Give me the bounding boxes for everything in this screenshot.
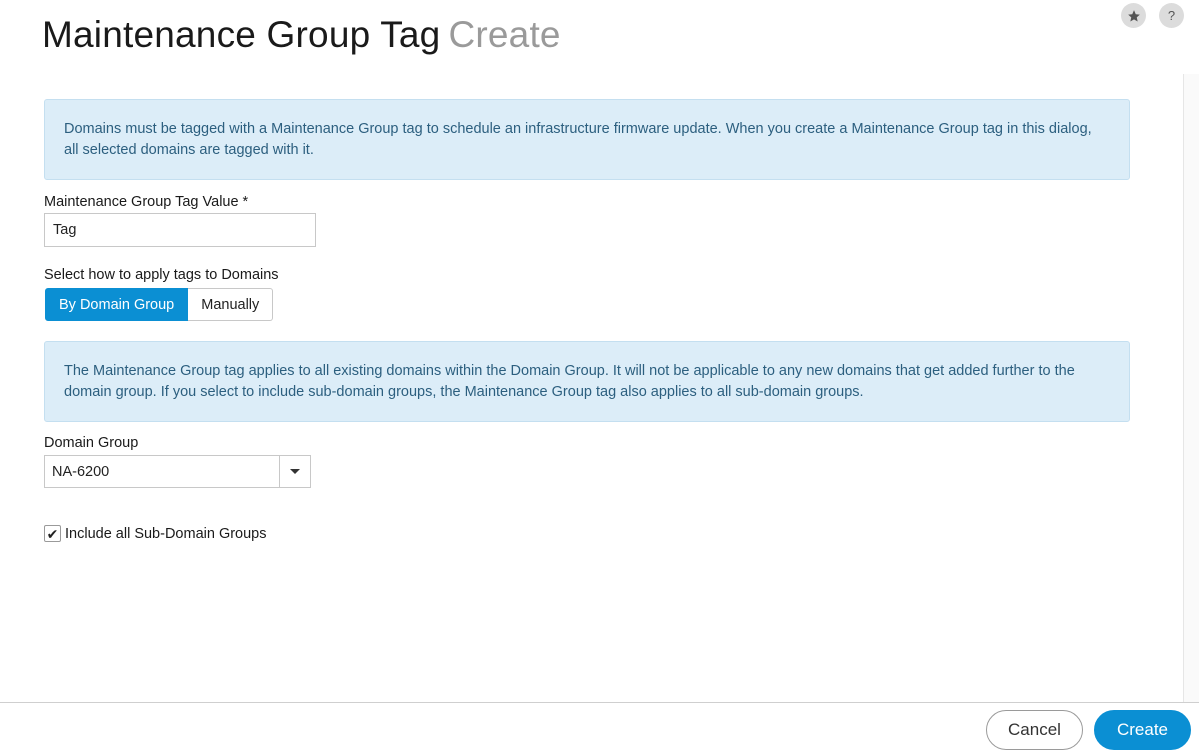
- required-marker: *: [242, 194, 249, 210]
- favorite-button[interactable]: [1121, 3, 1146, 28]
- info-banner-domain-group: The Maintenance Group tag applies to all…: [44, 341, 1130, 422]
- star-icon: [1127, 9, 1140, 22]
- apply-mode-label: Select how to apply tags to Domains: [44, 267, 279, 283]
- include-sub-domain-groups-label: Include all Sub-Domain Groups: [65, 525, 267, 542]
- caret-down-icon: [290, 469, 300, 474]
- tag-value-label-text: Maintenance Group Tag Value: [44, 194, 239, 210]
- footer-divider: [0, 702, 1199, 703]
- include-sub-domain-groups-checkbox[interactable]: ✔: [44, 525, 61, 542]
- by-domain-group-button[interactable]: By Domain Group: [45, 288, 189, 321]
- help-icon: ?: [1167, 8, 1176, 23]
- checkmark-icon: ✔: [46, 525, 59, 542]
- page-title: Maintenance Group Tag Create: [42, 14, 561, 56]
- manually-button[interactable]: Manually: [188, 288, 274, 321]
- help-button[interactable]: ?: [1159, 3, 1184, 28]
- page-title-main: Maintenance Group Tag: [42, 14, 441, 55]
- info-banner-domain-group-text: The Maintenance Group tag applies to all…: [64, 363, 1075, 400]
- maintenance-group-tag-dialog: Maintenance Group Tag Create ? Domains mu…: [0, 0, 1199, 755]
- create-button[interactable]: Create: [1094, 710, 1191, 750]
- domain-group-value: NA-6200: [52, 463, 110, 480]
- domain-group-select[interactable]: NA-6200: [44, 455, 311, 488]
- tag-value-input[interactable]: [44, 213, 316, 247]
- cancel-button[interactable]: Cancel: [986, 710, 1083, 750]
- domain-group-dropdown-toggle[interactable]: [279, 456, 310, 487]
- info-banner-tagging: Domains must be tagged with a Maintenanc…: [44, 99, 1130, 180]
- apply-mode-toggle: By Domain Group Manually: [45, 288, 274, 321]
- domain-group-label: Domain Group: [44, 435, 139, 451]
- info-banner-tagging-text: Domains must be tagged with a Maintenanc…: [64, 121, 1092, 158]
- page-title-action: Create: [448, 14, 561, 55]
- scrollbar[interactable]: [1183, 74, 1199, 702]
- include-sub-domain-groups-option[interactable]: ✔ Include all Sub-Domain Groups: [44, 525, 267, 542]
- tag-value-label: Maintenance Group Tag Value *: [44, 194, 248, 210]
